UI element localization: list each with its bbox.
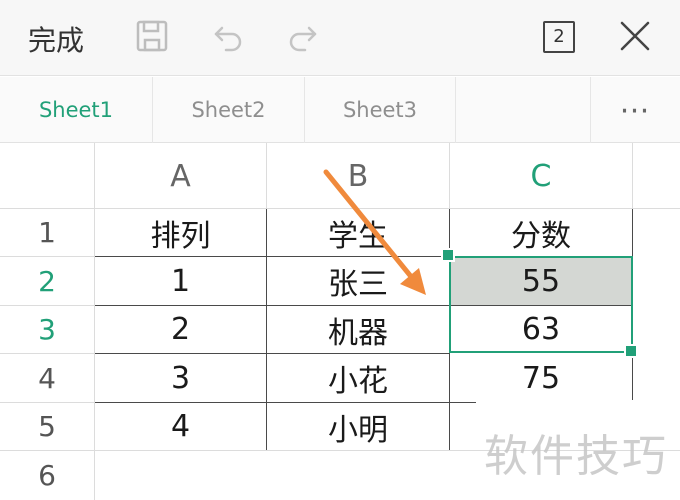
watermark: 软件技巧 xyxy=(484,431,668,482)
